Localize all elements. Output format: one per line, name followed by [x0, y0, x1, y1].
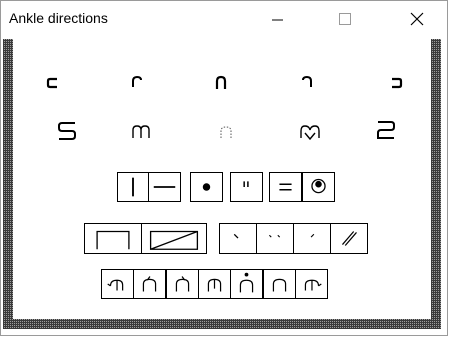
- circled-dot-icon[interactable]: [302, 172, 335, 202]
- ankle-heart-icon[interactable]: [299, 124, 321, 141]
- ankle-z-turn-icon[interactable]: [376, 120, 396, 140]
- arch-right-tick-icon[interactable]: [166, 269, 199, 299]
- ankle-s-turn-icon[interactable]: [57, 121, 77, 141]
- right-border: [431, 39, 441, 325]
- minimize-icon: [272, 19, 283, 21]
- ankle-back-left-icon[interactable]: [131, 75, 143, 90]
- right-tick-icon[interactable]: [293, 223, 331, 254]
- horizontal-bar-icon[interactable]: [148, 172, 181, 202]
- slashed-box-icon[interactable]: [141, 223, 207, 254]
- ankle-dotted-arch-icon[interactable]: [219, 125, 233, 139]
- hook-arch-left-icon[interactable]: [101, 269, 134, 299]
- maximize-icon: [339, 13, 351, 25]
- ankle-right-icon[interactable]: [390, 77, 403, 89]
- arch-plain-icon[interactable]: [263, 269, 296, 299]
- title-bar[interactable]: Ankle directions: [1, 1, 447, 37]
- maximize-button[interactable]: [323, 4, 367, 34]
- open-box-icon[interactable]: [84, 223, 142, 254]
- close-icon: [410, 12, 424, 26]
- left-tick-icon[interactable]: [219, 223, 257, 254]
- bottom-border: [3, 319, 441, 329]
- ankle-left-icon[interactable]: [46, 77, 59, 89]
- hook-arch-right-icon[interactable]: [295, 269, 328, 299]
- arch-dot-icon[interactable]: [230, 269, 263, 299]
- left-border: [3, 39, 13, 325]
- vertical-bar-icon[interactable]: [117, 172, 149, 202]
- ankle-directions-window: Ankle directions: [0, 0, 448, 336]
- arch-center-tick-icon[interactable]: [198, 269, 231, 299]
- ankle-back-right-icon[interactable]: [301, 75, 313, 90]
- arch-left-tick-icon[interactable]: [133, 269, 166, 299]
- close-button[interactable]: [395, 4, 439, 34]
- double-slash-icon[interactable]: [330, 223, 368, 254]
- dot-icon[interactable]: [190, 172, 223, 202]
- equals-icon[interactable]: [269, 172, 302, 202]
- ankle-back-icon[interactable]: [215, 75, 227, 90]
- minimize-button[interactable]: [255, 4, 299, 34]
- double-small-tick-icon[interactable]: [256, 223, 294, 254]
- window-title: Ankle directions: [9, 10, 108, 26]
- double-tick-icon[interactable]: [230, 172, 263, 202]
- ankle-double-arch-icon[interactable]: [131, 123, 153, 139]
